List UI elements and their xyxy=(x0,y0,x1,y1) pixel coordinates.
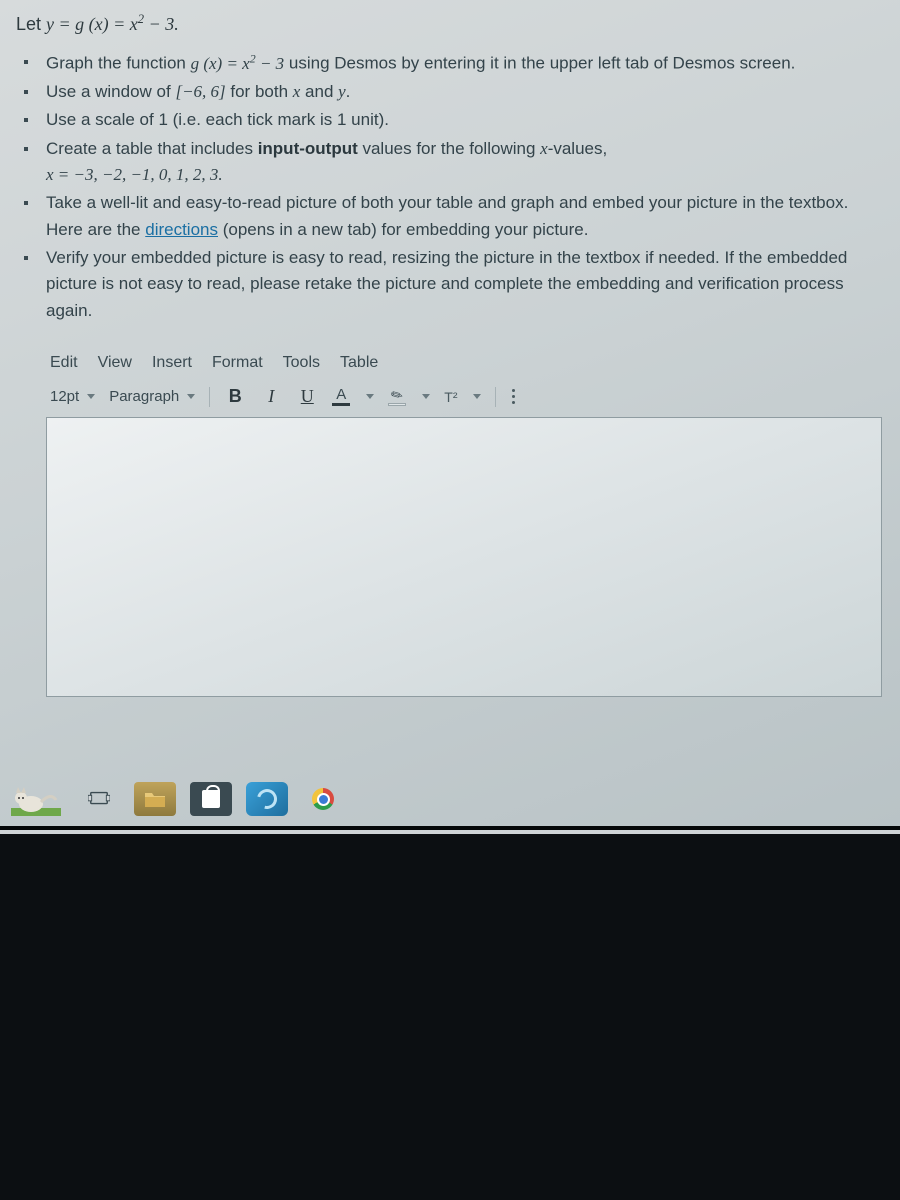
editor-menubar: Edit View Insert Format Tools Table xyxy=(46,348,882,386)
toolbar-divider xyxy=(495,387,496,407)
microsoft-store-button[interactable] xyxy=(190,782,232,816)
edge-icon xyxy=(253,785,280,812)
text-color-button[interactable]: A xyxy=(332,387,350,406)
bullet-graph: Graph the function g (x) = x2 − 3 using … xyxy=(40,49,886,77)
chrome-icon xyxy=(312,788,334,810)
menu-format[interactable]: Format xyxy=(212,354,263,372)
intro-prefix: Let xyxy=(16,14,46,34)
shopping-bag-icon xyxy=(202,790,220,808)
chevron-down-icon xyxy=(187,394,195,399)
bullet-window: Use a window of [−6, 6] for both x and y… xyxy=(40,79,886,105)
text-color-icon: A xyxy=(336,387,346,402)
paragraph-label: Paragraph xyxy=(109,388,179,405)
menu-table[interactable]: Table xyxy=(340,354,378,372)
task-view-icon xyxy=(88,788,110,810)
bullet-table: Create a table that includes input-outpu… xyxy=(40,136,886,189)
chevron-down-icon xyxy=(87,394,95,399)
superscript-button[interactable]: T² xyxy=(444,389,457,405)
font-size-select[interactable]: 12pt xyxy=(50,388,95,405)
italic-button[interactable]: I xyxy=(260,386,282,407)
menu-tools[interactable]: Tools xyxy=(283,354,320,372)
chevron-down-icon[interactable] xyxy=(422,394,430,399)
menu-view[interactable]: View xyxy=(98,354,132,372)
answer-textbox[interactable] xyxy=(46,417,882,697)
bold-button[interactable]: B xyxy=(224,386,246,407)
instruction-list: Graph the function g (x) = x2 − 3 using … xyxy=(14,49,886,324)
chevron-down-icon[interactable] xyxy=(366,394,374,399)
paragraph-style-select[interactable]: Paragraph xyxy=(109,388,195,405)
editor-toolbar: 12pt Paragraph B I U A ✎ T² xyxy=(46,386,882,417)
directions-link[interactable]: directions xyxy=(145,220,218,239)
font-size-label: 12pt xyxy=(50,388,79,405)
underline-button[interactable]: U xyxy=(296,386,318,407)
chevron-down-icon[interactable] xyxy=(473,394,481,399)
folder-icon xyxy=(144,790,166,808)
intro-eq: y = g (x) = x2 − 3. xyxy=(46,14,179,34)
below-screen-area xyxy=(0,834,900,1200)
menu-insert[interactable]: Insert xyxy=(152,354,192,372)
bullet-scale: Use a scale of 1 (i.e. each tick mark is… xyxy=(40,107,886,133)
bullet-picture: Take a well-lit and easy-to-read picture… xyxy=(40,190,886,243)
highlight-button[interactable]: ✎ xyxy=(388,388,406,406)
menu-edit[interactable]: Edit xyxy=(50,354,78,372)
edge-browser-button[interactable] xyxy=(246,782,288,816)
file-explorer-button[interactable] xyxy=(134,782,176,816)
chrome-browser-button[interactable] xyxy=(302,782,344,816)
highlight-icon: ✎ xyxy=(389,386,406,404)
more-options-button[interactable] xyxy=(510,387,517,406)
windows-taskbar xyxy=(0,776,900,822)
cartoon-cat-icon xyxy=(11,782,61,816)
taskbar-widget-icon[interactable] xyxy=(8,782,64,816)
rich-text-editor: Edit View Insert Format Tools Table 12pt… xyxy=(46,348,882,697)
toolbar-divider xyxy=(209,387,210,407)
task-view-button[interactable] xyxy=(78,782,120,816)
bullet-verify: Verify your embedded picture is easy to … xyxy=(40,245,886,324)
question-panel: Let y = g (x) = x2 − 3. Graph the functi… xyxy=(0,0,900,830)
intro-line: Let y = g (x) = x2 − 3. xyxy=(14,12,886,35)
